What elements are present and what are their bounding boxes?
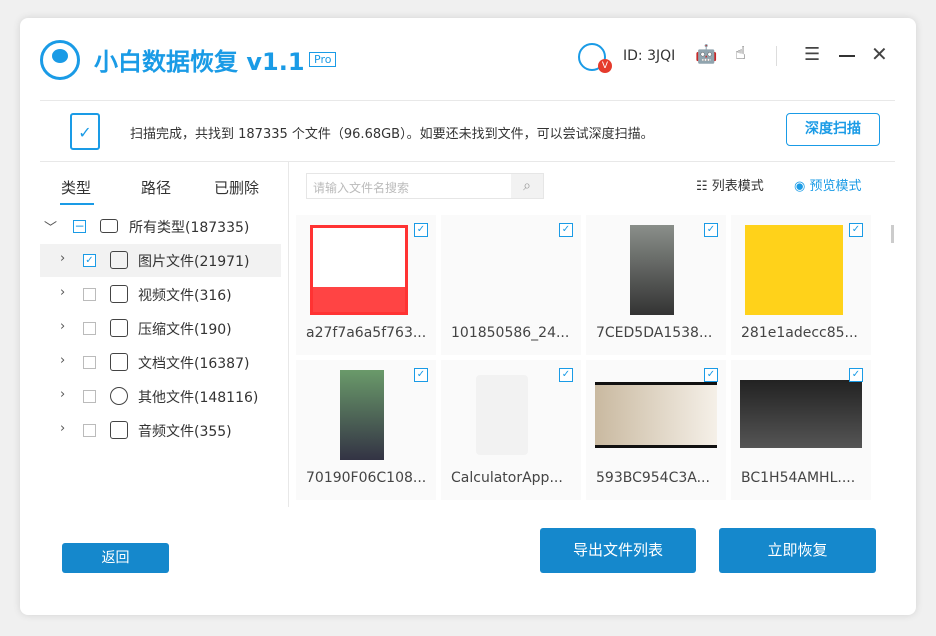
- checkbox[interactable]: [83, 356, 96, 369]
- tree-item-label: 压缩文件(190): [138, 322, 232, 338]
- file-card[interactable]: ✓ 7CED5DA1538...: [586, 215, 726, 355]
- tree-item-other[interactable]: › 其他文件(148116): [40, 380, 281, 413]
- file-card[interactable]: ✓ 593BC954C3A...: [586, 360, 726, 500]
- scan-status: 扫描完成，共找到 187335 个文件（96.68GB）。如要还未找到文件，可以…: [130, 127, 654, 142]
- pro-badge: Pro: [309, 52, 337, 67]
- file-card[interactable]: ✓ a27f7a6a5f763...: [296, 215, 436, 355]
- tree-item-documents[interactable]: › 文档文件(16387): [40, 346, 281, 379]
- calculator-icon: [476, 375, 528, 455]
- divider: [40, 100, 895, 101]
- list-mode-button[interactable]: ☷ 列表模式: [696, 175, 764, 194]
- file-card[interactable]: ✓ 101850586_24...: [441, 215, 581, 355]
- preview-mode-button[interactable]: ◉ 预览模式: [794, 175, 862, 194]
- chevron-down-icon[interactable]: ﹀: [44, 217, 57, 236]
- thumbnail: [310, 225, 408, 315]
- vip-badge: V: [598, 59, 612, 73]
- thumbnail: [340, 370, 384, 460]
- file-name: 281e1adecc85...: [741, 325, 858, 341]
- export-list-button[interactable]: 导出文件列表: [540, 528, 696, 573]
- file-card[interactable]: ✓ BC1H54AMHL....: [731, 360, 871, 500]
- file-name: CalculatorApp...: [451, 470, 563, 486]
- thumbnail: [745, 225, 843, 315]
- search-icon[interactable]: ⌕: [511, 174, 543, 198]
- tree-item-label: 文档文件(16387): [138, 356, 250, 372]
- tab-path[interactable]: 路径: [141, 177, 171, 198]
- checkbox[interactable]: ✓: [414, 223, 428, 237]
- recover-now-button[interactable]: 立即恢复: [719, 528, 876, 573]
- checkbox[interactable]: [83, 288, 96, 301]
- tree-item-label: 其他文件(148116): [138, 390, 259, 406]
- partial-checkbox[interactable]: −: [73, 220, 86, 233]
- logo-icon: [40, 40, 80, 80]
- hand-pointer-icon[interactable]: ☝: [735, 43, 746, 64]
- user-id: ID: 3JQI: [623, 48, 676, 64]
- search-input[interactable]: 请输入文件名搜索 ⌕: [306, 173, 544, 199]
- thumbnail: [740, 380, 862, 448]
- tree-item-label: 视频文件(316): [138, 288, 232, 304]
- file-name: BC1H54AMHL....: [741, 470, 856, 486]
- tab-deleted[interactable]: 已删除: [214, 177, 259, 198]
- divider: [288, 162, 289, 507]
- checkbox[interactable]: ✓: [704, 223, 718, 237]
- image-icon: [110, 251, 128, 269]
- checkbox[interactable]: ✓: [704, 368, 718, 382]
- list-mode-label: 列表模式: [711, 179, 764, 194]
- tree-item-archives[interactable]: › 压缩文件(190): [40, 312, 281, 345]
- close-icon[interactable]: ✕: [871, 42, 888, 66]
- drive-icon: [100, 219, 118, 233]
- divider: [40, 161, 895, 162]
- app-title: 小白数据恢复 v1.1: [94, 48, 305, 76]
- tree-item-videos[interactable]: › 视频文件(316): [40, 278, 281, 311]
- file-name: a27f7a6a5f763...: [306, 325, 427, 341]
- zip-icon: [110, 319, 128, 337]
- tree-root-label: 所有类型(187335): [129, 220, 250, 236]
- preview-mode-label: 预览模式: [809, 179, 862, 194]
- search-placeholder: 请输入文件名搜索: [313, 181, 410, 195]
- checkbox[interactable]: ✓: [414, 368, 428, 382]
- file-card[interactable]: ✓ 281e1adecc85...: [731, 215, 871, 355]
- tree-root[interactable]: ﹀ − 所有类型(187335): [40, 210, 281, 243]
- back-button[interactable]: 返回: [62, 543, 169, 573]
- tree-item-images[interactable]: › ✓ 图片文件(21971): [40, 244, 281, 277]
- document-icon: [110, 353, 128, 371]
- music-icon: [110, 421, 128, 439]
- active-tab-indicator: [60, 203, 94, 205]
- file-name: 70190F06C108...: [306, 470, 427, 486]
- checkbox[interactable]: [83, 424, 96, 437]
- robot-icon[interactable]: 🤖: [695, 44, 717, 65]
- checkbox[interactable]: ✓: [83, 254, 96, 267]
- video-icon: [110, 285, 128, 303]
- menu-icon[interactable]: ☰: [804, 44, 820, 65]
- minimize-icon[interactable]: [839, 55, 855, 57]
- deep-scan-button[interactable]: 深度扫描: [786, 113, 880, 146]
- checkbox[interactable]: ✓: [559, 368, 573, 382]
- divider: [776, 46, 777, 66]
- tree-item-audio[interactable]: › 音频文件(355): [40, 414, 281, 447]
- thumbnail: [630, 225, 674, 315]
- file-card[interactable]: ✓ 70190F06C108...: [296, 360, 436, 500]
- tree-item-label: 图片文件(21971): [138, 254, 250, 270]
- file-name: 101850586_24...: [451, 325, 570, 341]
- thumbnail: [595, 382, 717, 448]
- file-name: 7CED5DA1538...: [596, 325, 713, 341]
- tab-type[interactable]: 类型: [61, 177, 91, 198]
- file-check-icon: ✓: [70, 113, 100, 150]
- checkbox[interactable]: ✓: [849, 368, 863, 382]
- other-file-icon: [110, 387, 128, 405]
- checkbox[interactable]: ✓: [849, 223, 863, 237]
- file-card[interactable]: ✓ CalculatorApp...: [441, 360, 581, 500]
- scrollbar[interactable]: [891, 225, 894, 243]
- tree-item-label: 音频文件(355): [138, 424, 232, 440]
- file-name: 593BC954C3A...: [596, 470, 710, 486]
- checkbox[interactable]: [83, 390, 96, 403]
- checkbox[interactable]: ✓: [559, 223, 573, 237]
- checkbox[interactable]: [83, 322, 96, 335]
